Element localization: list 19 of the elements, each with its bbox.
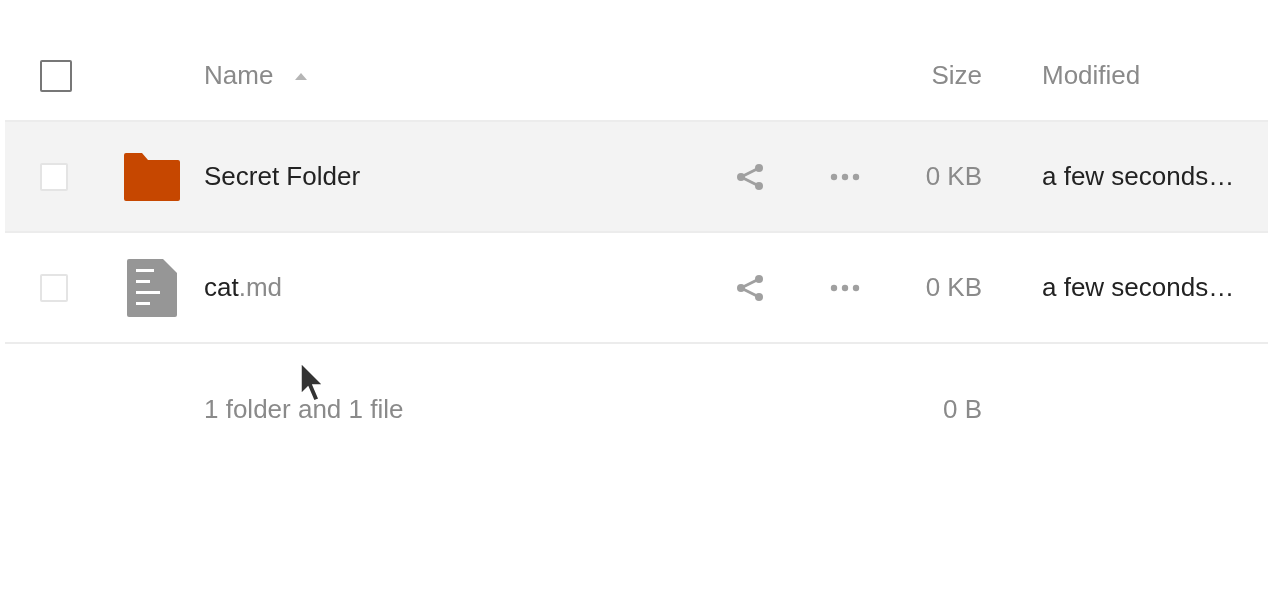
file-size: 0 KB <box>925 272 982 303</box>
more-actions-icon[interactable] <box>830 283 860 292</box>
sort-ascending-icon <box>293 71 310 80</box>
share-icon[interactable] <box>735 162 765 191</box>
row-checkbox[interactable] <box>40 273 68 302</box>
folder-icon <box>123 152 181 201</box>
share-icon[interactable] <box>735 273 765 302</box>
more-actions-icon[interactable] <box>830 172 860 181</box>
document-icon <box>127 258 177 317</box>
file-name[interactable]: Secret Folder <box>204 161 361 192</box>
row-checkbox[interactable] <box>40 162 68 191</box>
modified-time: a few seconds… <box>1042 161 1235 191</box>
modified-time: a few seconds… <box>1042 272 1235 302</box>
select-all-checkbox[interactable] <box>40 60 72 92</box>
file-name[interactable]: cat.md <box>204 272 283 303</box>
total-size: 0 B <box>942 393 982 425</box>
file-size: 0 KB <box>925 161 982 192</box>
file-row[interactable]: Secret Folder 0 KB a few seconds… <box>5 122 1268 233</box>
file-count-summary: 1 folder and 1 file <box>204 393 404 425</box>
